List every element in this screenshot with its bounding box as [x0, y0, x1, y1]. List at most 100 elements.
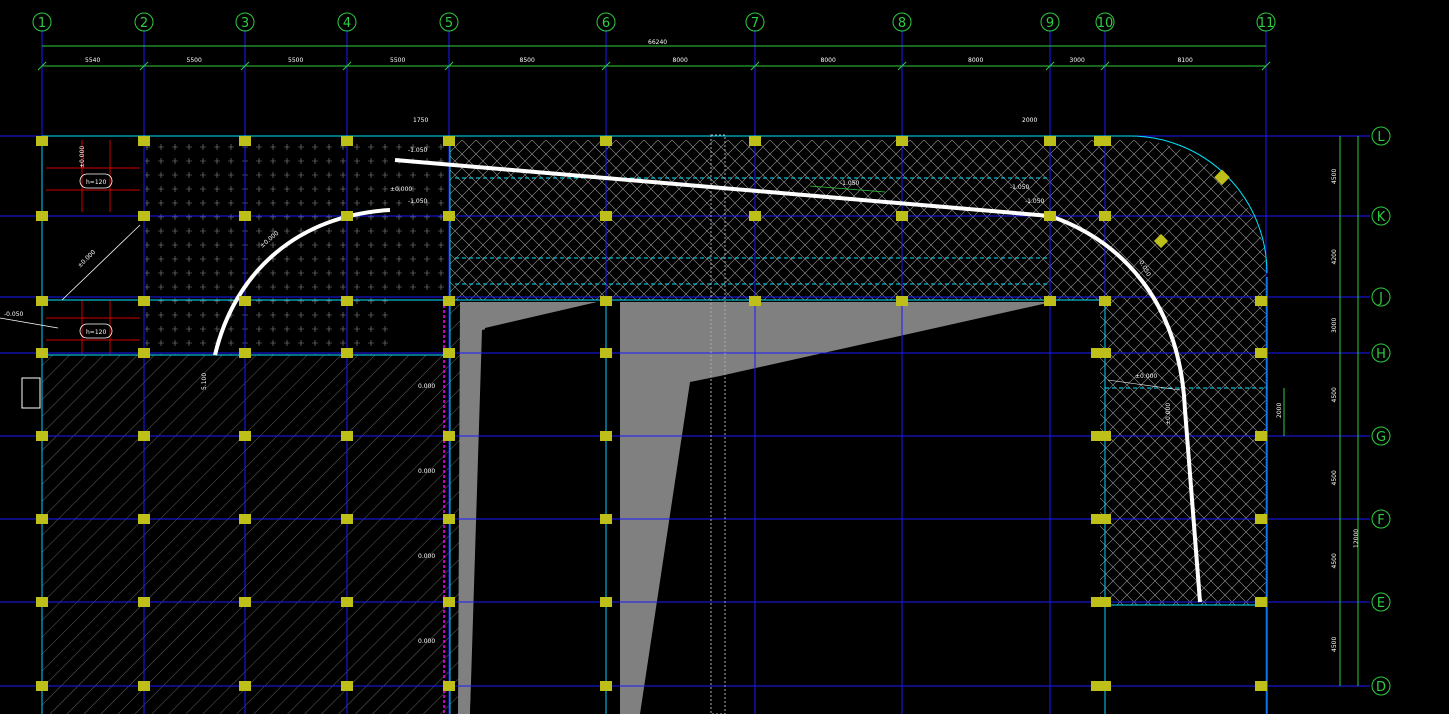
column: [36, 211, 48, 221]
column: [138, 136, 150, 146]
top-dimension-text: 8000: [821, 57, 836, 64]
slab-thickness-1: h=120: [86, 179, 106, 186]
slab-region-diag-left: [42, 355, 450, 714]
column: [239, 597, 251, 607]
column: [341, 597, 353, 607]
magenta-note-1: 0.000: [418, 383, 435, 390]
column: [1091, 431, 1103, 441]
overall-dimension: 66240: [648, 39, 667, 46]
column: [600, 136, 612, 146]
column: [36, 597, 48, 607]
column: [1255, 514, 1267, 524]
right-dimension-text: 3000: [1331, 318, 1338, 333]
axis-label-col: 5: [445, 16, 453, 31]
column: [749, 136, 761, 146]
axis-label-col: 8: [898, 16, 906, 31]
axis-label-col: 1: [38, 16, 46, 31]
column: [36, 514, 48, 524]
column: [341, 348, 353, 358]
column: [1044, 296, 1056, 306]
column: [239, 681, 251, 691]
column: [896, 211, 908, 221]
axis-label-col: 9: [1046, 16, 1054, 31]
top-dimension-text: 8500: [520, 57, 535, 64]
column: [896, 296, 908, 306]
column: [1099, 211, 1111, 221]
axis-label-col: 2: [140, 16, 148, 31]
axis-label-row: G: [1376, 430, 1386, 445]
column: [341, 296, 353, 306]
column: [138, 514, 150, 524]
column: [1091, 681, 1103, 691]
axis-label-col: 7: [751, 16, 759, 31]
right-dimension-text: 4500: [1331, 387, 1338, 402]
beam-note-2: -1.050: [408, 198, 428, 205]
opening-right: [620, 302, 1052, 714]
column: [443, 597, 455, 607]
column: [1099, 296, 1111, 306]
arc-end: 5.100: [201, 373, 208, 390]
column: [239, 514, 251, 524]
top-dimension-text: 5500: [288, 57, 303, 64]
slope-note-2: ±0.000: [390, 186, 412, 193]
column: [239, 211, 251, 221]
right-sub-dim: 2000: [1276, 403, 1283, 418]
right-dimension-text: 4500: [1331, 637, 1338, 652]
axis-label-row: H: [1376, 347, 1386, 362]
column: [138, 211, 150, 221]
column: [443, 514, 455, 524]
column: [443, 431, 455, 441]
diag-note: ±0.000: [76, 249, 97, 270]
top-dimension-text: 5540: [85, 57, 100, 64]
column: [36, 136, 48, 146]
column: [138, 681, 150, 691]
column: [600, 681, 612, 691]
left-note: -0.050: [4, 311, 24, 318]
column: [1255, 296, 1267, 306]
column: [443, 136, 455, 146]
axis-label-col: 10: [1097, 16, 1114, 31]
column: [443, 348, 455, 358]
axis-label-row: J: [1378, 291, 1383, 306]
red-note-1: ±0.000: [79, 146, 86, 168]
slab-thickness-2: h=120: [86, 329, 106, 336]
axis-label-col: 3: [241, 16, 249, 31]
magenta-note-4: 0.000: [418, 638, 435, 645]
column: [239, 348, 251, 358]
right-overall-dim: 12000: [1353, 529, 1360, 548]
axis-label-row: K: [1377, 210, 1386, 225]
axis-label-col: 4: [343, 16, 351, 31]
column: [896, 136, 908, 146]
right-dimension-text: 4200: [1331, 249, 1338, 264]
slope-note-1: -1.050: [840, 180, 860, 187]
small-dim-2: 2000: [1022, 117, 1037, 124]
column: [138, 431, 150, 441]
cad-drawing-canvas[interactable]: 1 2 3 4 5 6 7 8 9 10 11 L K J H G F E D 5540 5500 5500 5500 85…: [0, 0, 1449, 714]
top-dimension-text: 8000: [673, 57, 688, 64]
axis-label-col: 6: [602, 16, 610, 31]
column: [36, 296, 48, 306]
column: [1255, 681, 1267, 691]
column: [1255, 348, 1267, 358]
right-dimension-text: 4500: [1331, 553, 1338, 568]
column: [600, 348, 612, 358]
column: [1255, 431, 1267, 441]
axis-label-row: F: [1377, 513, 1384, 528]
slab-region-cross-top: [450, 140, 1105, 300]
column: [138, 597, 150, 607]
top-dimension-text: 8000: [968, 57, 983, 64]
column: [36, 348, 48, 358]
right-note-3: ±0.000: [1165, 403, 1172, 425]
column: [36, 431, 48, 441]
right-dimension-text: 4500: [1331, 470, 1338, 485]
column: [1091, 597, 1103, 607]
column: [341, 431, 353, 441]
red-bay-lines: [46, 140, 140, 355]
column: [600, 211, 612, 221]
top-dimension-text: 8100: [1178, 57, 1193, 64]
column: [1255, 597, 1267, 607]
column: [1094, 136, 1106, 146]
column: [239, 136, 251, 146]
column: [1044, 136, 1056, 146]
column: [600, 514, 612, 524]
